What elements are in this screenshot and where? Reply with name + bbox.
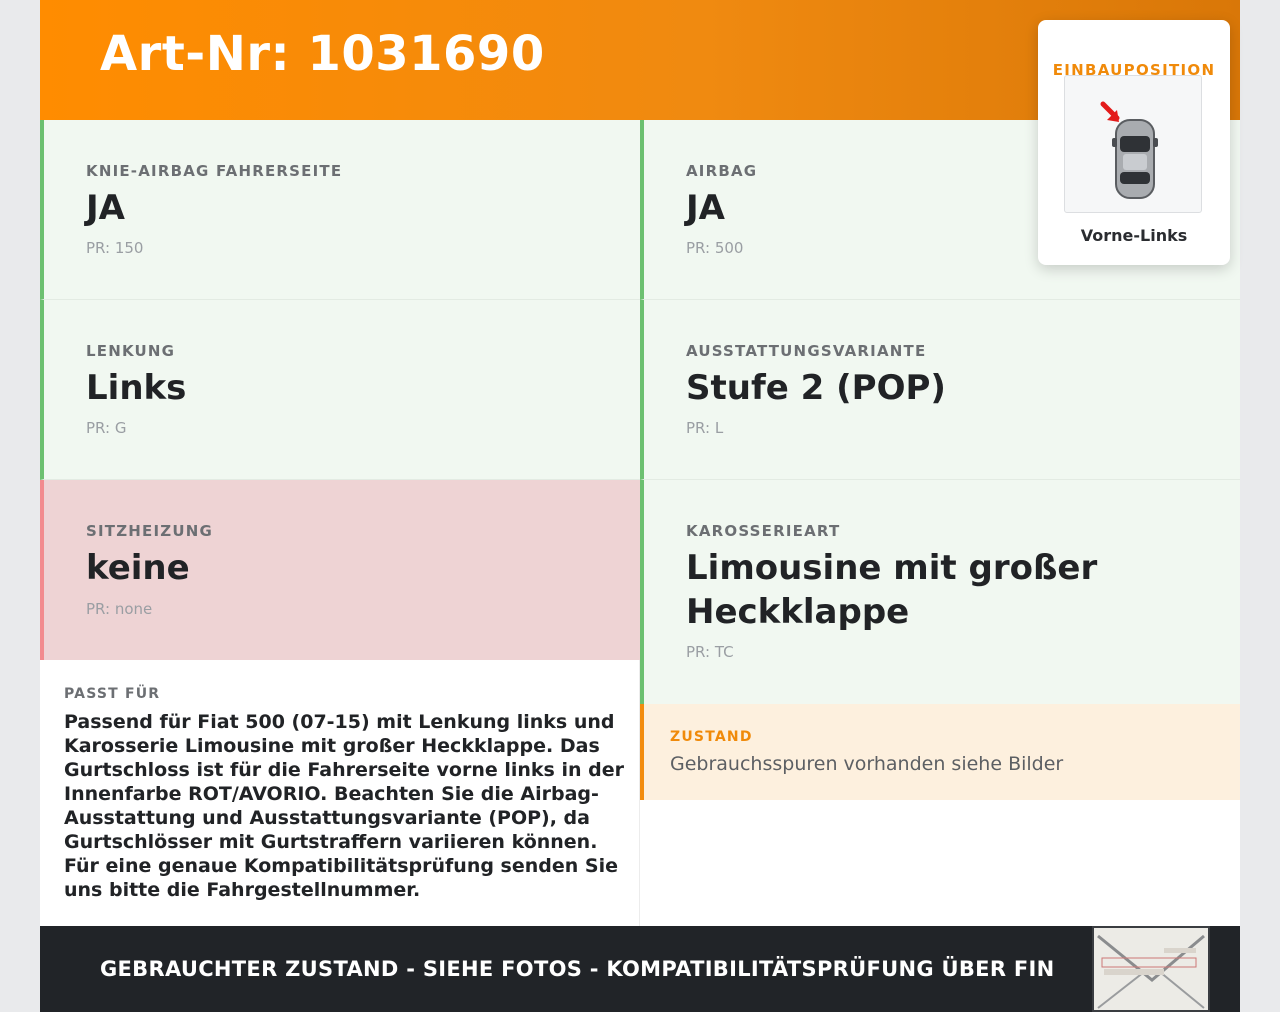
document-thumbnail-icon xyxy=(1094,928,1208,1010)
attribute-label: AIRBAG xyxy=(686,162,758,180)
attribute-value: JA xyxy=(86,188,125,228)
attribute-steering: LENKUNG Links PR: G xyxy=(40,300,640,480)
attribute-value: Stufe 2 (POP) xyxy=(686,368,946,408)
condition-section: ZUSTAND Gebrauchsspuren vorhanden siehe … xyxy=(640,704,1240,800)
attribute-body-type: KAROSSERIEART Limousine mit großer Heckk… xyxy=(640,480,1240,704)
attribute-pr-code: PR: L xyxy=(686,419,724,437)
attribute-seat-heating: SITZHEIZUNG keine PR: none xyxy=(40,480,640,660)
condition-text: Gebrauchsspuren vorhanden siehe Bilder xyxy=(670,753,1064,775)
installation-position-caption: Vorne-Links xyxy=(1080,226,1188,245)
attribute-knee-airbag: KNIE-AIRBAG FAHRERSEITE JA PR: 150 xyxy=(40,120,640,300)
attribute-pr-code: PR: none xyxy=(86,600,153,618)
fits-description: Passend für Fiat 500 (07-15) mit Lenkung… xyxy=(64,711,624,901)
condition-label: ZUSTAND xyxy=(670,729,753,745)
attribute-pr-code: PR: TC xyxy=(686,643,734,661)
attribute-value: keine xyxy=(86,548,190,588)
attribute-label: KNIE-AIRBAG FAHRERSEITE xyxy=(86,162,343,180)
fits-section: PASST FÜR Passend für Fiat 500 (07-15) m… xyxy=(40,660,640,926)
attribute-label: LENKUNG xyxy=(86,342,176,360)
article-number-title: Art-Nr: 1031690 xyxy=(100,26,545,82)
footer-notice: GEBRAUCHTER ZUSTAND - SIEHE FOTOS - KOMP… xyxy=(100,957,1055,981)
attribute-label: SITZHEIZUNG xyxy=(86,522,213,540)
attribute-pr-code: PR: 500 xyxy=(686,239,744,257)
car-top-view-icon xyxy=(1064,75,1202,213)
attribute-value: Limousine mit großer Heckklappe xyxy=(686,548,1098,632)
attribute-trim-variant: AUSSTATTUNGSVARIANTE Stufe 2 (POP) PR: L xyxy=(640,300,1240,480)
footer-bar: GEBRAUCHTER ZUSTAND - SIEHE FOTOS - KOMP… xyxy=(40,926,1240,1012)
car-top-view xyxy=(1112,119,1158,199)
attribute-label: KAROSSERIEART xyxy=(686,522,841,540)
vehicle-document-thumbnail xyxy=(1092,926,1210,1012)
red-arrow-icon xyxy=(1100,101,1120,122)
attribute-pr-code: PR: 150 xyxy=(86,239,144,257)
fits-label: PASST FÜR xyxy=(64,686,161,702)
attribute-value: Links xyxy=(86,368,187,408)
installation-position-card: EINBAUPOSITION Vorne-Links xyxy=(1038,20,1230,265)
attribute-label: AUSSTATTUNGSVARIANTE xyxy=(686,342,927,360)
attribute-pr-code: PR: G xyxy=(86,419,127,437)
